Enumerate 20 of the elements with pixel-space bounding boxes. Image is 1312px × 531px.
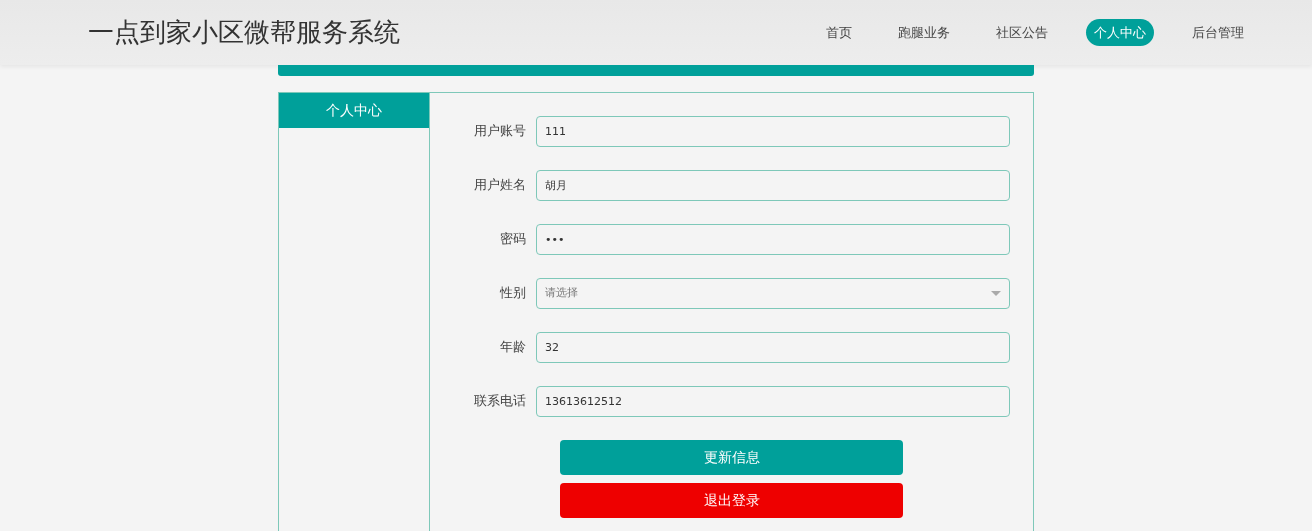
select-field[interactable]: 请选择 (536, 277, 1010, 309)
nav-link[interactable]: 首页 (818, 18, 860, 47)
input-field[interactable]: ••• (536, 223, 1010, 255)
nav-link[interactable]: 社区公告 (988, 18, 1056, 47)
select-placeholder: 请选择 (545, 284, 578, 301)
input-field[interactable]: 111 (536, 115, 1010, 147)
input-field[interactable]: 13613612512 (536, 385, 1010, 417)
field-label: 用户姓名 (473, 176, 527, 195)
input-field[interactable]: 32 (536, 331, 1010, 363)
logout-button[interactable]: 退出登录 (560, 483, 903, 518)
input-field[interactable]: 胡月 (536, 169, 1010, 201)
field-label: 年龄 (499, 338, 527, 357)
field-label: 性别 (499, 284, 527, 303)
field-label: 密码 (499, 230, 527, 249)
caret-icon (991, 290, 1001, 296)
site-title: 一点到家小区微帮服务系统 (88, 16, 400, 49)
nav-link[interactable]: 跑腿业务 (890, 18, 958, 47)
field-label: 联系电话 (473, 392, 527, 411)
field-label: 用户账号 (473, 122, 527, 141)
nav-link[interactable]: 后台管理 (1184, 18, 1252, 47)
